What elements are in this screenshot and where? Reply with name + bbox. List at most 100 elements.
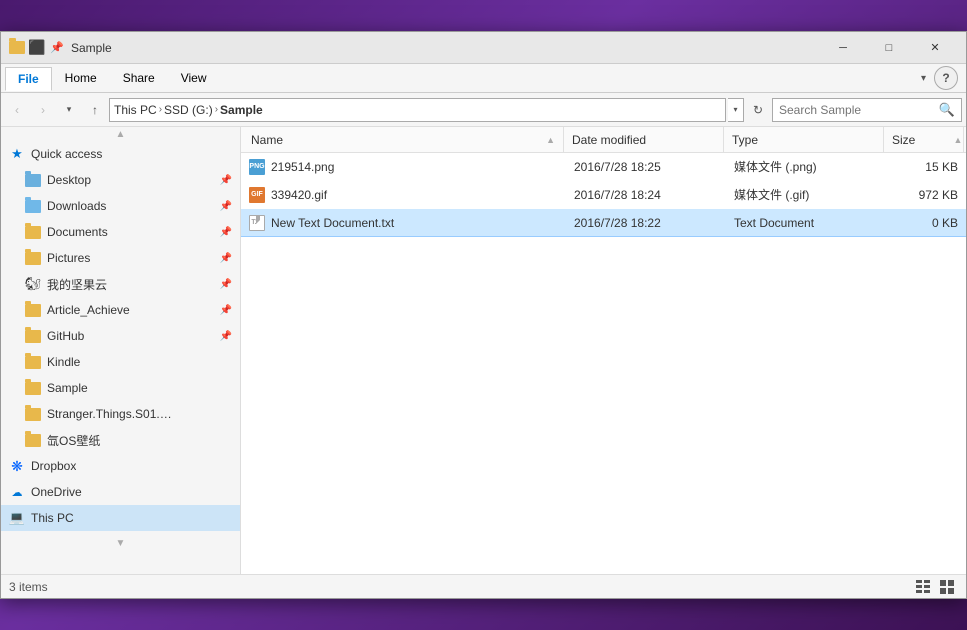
png-icon: PNG <box>249 159 265 175</box>
col-name-sort-icon: ▲ <box>546 135 555 145</box>
file-type-newtxt: Text Document <box>726 216 886 230</box>
pin-icon-title: 📌 <box>49 40 65 56</box>
tab-home[interactable]: Home <box>52 66 110 90</box>
col-header-type[interactable]: Type <box>724 127 884 152</box>
sample-folder-icon <box>25 380 41 396</box>
desktop-folder-icon <box>25 172 41 188</box>
col-scroll-up[interactable]: ▲ <box>950 127 966 153</box>
breadcrumb-ssd: SSD (G:) <box>164 103 213 117</box>
sidebar-item-github[interactable]: GitHub 📌 <box>1 323 240 349</box>
sidebar-item-jianguoyun[interactable]: 🐿 我的坚果云 📌 <box>1 271 240 297</box>
sidebar-item-onedrive[interactable]: ☁ OneDrive <box>1 479 240 505</box>
pictures-folder-icon <box>25 250 41 266</box>
minimize-button[interactable]: ─ <box>820 32 866 64</box>
txt-icon: TXT <box>249 215 265 231</box>
file-type-219514: 媒体文件 (.png) <box>726 158 886 175</box>
sidebar-article-achieve-label: Article_Achieve <box>47 303 130 317</box>
column-headers: Name ▲ Date modified Type Size ▲ <box>241 127 966 153</box>
stranger-things-folder-icon <box>25 406 41 422</box>
gif-icon: GIF <box>249 187 265 203</box>
window-title: Sample <box>71 41 820 55</box>
col-name-label: Name <box>251 133 283 147</box>
file-name-cell: GIF 339420.gif <box>241 187 566 203</box>
back-button[interactable]: ‹ <box>5 98 29 122</box>
col-size-label: Size <box>892 133 915 147</box>
sidebar-dropbox-label: Dropbox <box>31 459 76 473</box>
github-pin-icon: 📌 <box>220 331 232 342</box>
sidebar-item-pictures[interactable]: Pictures 📌 <box>1 245 240 271</box>
tab-file[interactable]: File <box>5 67 52 91</box>
sidebar-item-stranger-things[interactable]: Stranger.Things.S01.720p.N <box>1 401 240 427</box>
refresh-button[interactable]: ↻ <box>746 98 770 122</box>
window-controls: ─ □ ✕ <box>820 32 958 64</box>
tab-view[interactable]: View <box>168 66 220 90</box>
sidebar-item-article-achieve[interactable]: Article_Achieve 📌 <box>1 297 240 323</box>
title-bar-icons: ⬛ 📌 <box>9 40 65 56</box>
sidebar-stranger-things-label: Stranger.Things.S01.720p.N <box>47 407 177 421</box>
sidebar-item-xenos-wallpaper[interactable]: 氙OS壁纸 <box>1 427 240 453</box>
item-count: 3 items <box>9 580 48 594</box>
article-achieve-pin-icon: 📌 <box>220 305 232 316</box>
file-name-newtxt: New Text Document.txt <box>271 216 394 230</box>
detail-view-icon <box>916 580 930 594</box>
xenos-wallpaper-folder-icon <box>25 432 41 448</box>
sidebar-item-dropbox[interactable]: ❋ Dropbox <box>1 453 240 479</box>
large-icon-view-button[interactable] <box>936 577 958 597</box>
col-header-name[interactable]: Name ▲ <box>243 127 564 152</box>
sidebar-sample-label: Sample <box>47 381 88 395</box>
large-icon-view-icon <box>940 580 954 594</box>
sidebar-item-desktop[interactable]: Desktop 📌 <box>1 167 240 193</box>
status-view-controls <box>912 577 958 597</box>
tab-share[interactable]: Share <box>110 66 168 90</box>
address-bar[interactable]: This PC › SSD (G:) › Sample <box>109 98 726 122</box>
breadcrumb-sample: Sample <box>220 103 263 117</box>
file-name-219514: 219514.png <box>271 160 334 174</box>
address-row: ‹ › ▾ ↑ This PC › SSD (G:) › Sample ▾ ↻ … <box>1 93 966 127</box>
sidebar: ▲ ★ Quick access Desktop 📌 Downloads 📌 <box>1 127 241 574</box>
file-date-219514: 2016/7/28 18:25 <box>566 160 726 174</box>
sidebar-item-quick-access[interactable]: ★ Quick access <box>1 141 240 167</box>
table-row[interactable]: TXT New Text Document.txt 2016/7/28 18:2… <box>241 209 966 237</box>
close-button[interactable]: ✕ <box>912 32 958 64</box>
forward-button[interactable]: › <box>31 98 55 122</box>
search-input[interactable] <box>779 103 935 117</box>
onedrive-icon: ☁ <box>9 484 25 500</box>
explorer-window: ⬛ 📌 Sample ─ □ ✕ File Home Share View ▾ … <box>0 31 967 599</box>
detail-view-button[interactable] <box>912 577 934 597</box>
col-header-date[interactable]: Date modified <box>564 127 724 152</box>
address-dropdown-button[interactable]: ▾ <box>728 98 744 122</box>
maximize-button[interactable]: □ <box>866 32 912 64</box>
breadcrumb-this-pc: This PC <box>114 103 157 117</box>
sidebar-item-sample[interactable]: Sample <box>1 375 240 401</box>
this-pc-icon: 💻 <box>9 510 25 526</box>
sidebar-item-kindle[interactable]: Kindle <box>1 349 240 375</box>
downloads-pin-icon: 📌 <box>220 201 232 212</box>
help-button[interactable]: ? <box>934 66 958 90</box>
desktop-pin-icon: 📌 <box>220 175 232 186</box>
table-row[interactable]: PNG 219514.png 2016/7/28 18:25 媒体文件 (.pn… <box>241 153 966 181</box>
search-box[interactable]: 🔍 <box>772 98 962 122</box>
sidebar-quick-access-label: Quick access <box>31 147 102 161</box>
search-icon: 🔍 <box>939 102 955 118</box>
sidebar-scroll-down[interactable]: ▼ <box>1 536 240 550</box>
article-achieve-folder-icon <box>25 302 41 318</box>
dropdown-recent-button[interactable]: ▾ <box>57 98 81 122</box>
sidebar-kindle-label: Kindle <box>47 355 80 369</box>
sidebar-item-downloads[interactable]: Downloads 📌 <box>1 193 240 219</box>
jianguoyun-icon: 🐿 <box>25 276 41 292</box>
sidebar-item-this-pc[interactable]: 💻 This PC <box>1 505 240 531</box>
sidebar-item-documents[interactable]: Documents 📌 <box>1 219 240 245</box>
table-row[interactable]: GIF 339420.gif 2016/7/28 18:24 媒体文件 (.gi… <box>241 181 966 209</box>
dropbox-icon: ❋ <box>9 458 25 474</box>
expand-ribbon-icon[interactable]: ▾ <box>917 71 930 86</box>
file-type-339420: 媒体文件 (.gif) <box>726 186 886 203</box>
quick-access-star-icon: ★ <box>9 146 25 162</box>
up-button[interactable]: ↑ <box>83 98 107 122</box>
ribbon: File Home Share View ▾ ? <box>1 64 966 93</box>
content-area: Name ▲ Date modified Type Size ▲ <box>241 127 966 574</box>
breadcrumb-arrow-2: › <box>215 104 218 115</box>
sidebar-scroll-up[interactable]: ▲ <box>1 127 240 141</box>
ribbon-tabs: File Home Share View ▾ ? <box>1 64 966 92</box>
breadcrumb-arrow-1: › <box>159 104 162 115</box>
quick-access-icon: ⬛ <box>29 40 45 56</box>
